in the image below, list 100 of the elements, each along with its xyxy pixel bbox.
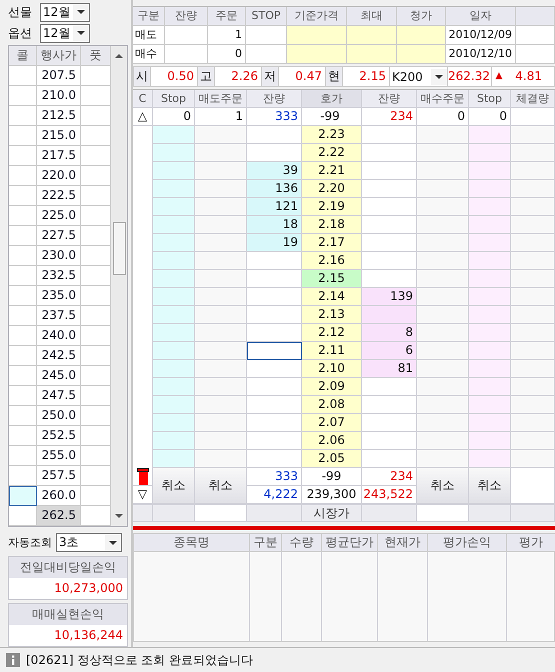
order-cell[interactable]: 121 <box>247 198 302 216</box>
strike-price: 230.0 <box>37 246 81 266</box>
price-cell[interactable]: 2.17 <box>302 234 362 252</box>
price-cell[interactable]: 2.06 <box>302 432 362 450</box>
arrow-button[interactable]: △ <box>133 108 153 126</box>
order-cell[interactable]: 136 <box>247 180 302 198</box>
strike-price: 252.5 <box>37 426 81 446</box>
order-cell[interactable]: 81 <box>362 360 417 378</box>
dropdown-button[interactable] <box>105 534 121 550</box>
table-cell <box>516 45 555 64</box>
column-header: 청가 <box>397 7 446 26</box>
table-cell: 333 <box>247 468 302 486</box>
strike-price: 220.0 <box>37 166 81 186</box>
table-cell: 243,522 <box>362 486 417 504</box>
order-cell[interactable]: 8 <box>362 324 417 342</box>
field-label: 자동조회 <box>8 535 52 550</box>
price-cell[interactable]: 2.21 <box>302 162 362 180</box>
price-cell[interactable]: 2.23 <box>302 126 362 144</box>
strike-price: 225.0 <box>37 206 81 226</box>
strike-price: 255.0 <box>37 446 81 466</box>
order-cell[interactable] <box>247 342 302 360</box>
strike-price: 240.0 <box>37 326 81 346</box>
price-cell[interactable]: 2.15 <box>302 270 362 288</box>
table-cell <box>347 45 397 64</box>
price-cell[interactable]: 2.10 <box>302 360 362 378</box>
arrow-button[interactable]: ▽ <box>133 486 153 504</box>
input-field[interactable] <box>195 504 247 522</box>
order-cell[interactable]: 19 <box>247 234 302 252</box>
input-field[interactable] <box>417 504 469 522</box>
column-header: 콜 <box>9 46 37 66</box>
market-price-button[interactable]: 시장가 <box>302 504 362 522</box>
table-cell <box>153 504 195 522</box>
price-cell[interactable]: 2.14 <box>302 288 362 306</box>
info-icon <box>6 653 20 667</box>
price-cell[interactable]: 2.09 <box>302 378 362 396</box>
column-header: 잔량 <box>362 90 417 108</box>
table-cell <box>516 26 555 45</box>
scrollbar-thumb[interactable] <box>112 222 126 275</box>
table-cell: 0 <box>469 108 511 126</box>
price-cell[interactable]: 2.13 <box>302 306 362 324</box>
dropdown-button[interactable] <box>431 68 447 84</box>
column-header: 잔량 <box>247 90 302 108</box>
order-cell[interactable]: 39 <box>247 162 302 180</box>
scrollbar[interactable] <box>111 46 127 526</box>
column-header: 구분 <box>133 7 165 26</box>
price-cell[interactable]: 2.08 <box>302 396 362 414</box>
pnl-value: 10,136,244 <box>9 625 127 646</box>
call-cell[interactable] <box>9 486 37 506</box>
column-header: STOP <box>246 7 287 26</box>
column-header: C <box>133 90 153 108</box>
strike-price: 227.5 <box>37 226 81 246</box>
panel-title: 매매실현손익 <box>9 604 127 625</box>
strike-price: 235.0 <box>37 286 81 306</box>
table-cell: -99 <box>302 468 362 486</box>
dropdown-button[interactable] <box>73 4 89 20</box>
price-cell[interactable]: 2.05 <box>302 450 362 468</box>
price-cell[interactable]: 2.11 <box>302 342 362 360</box>
column-header: 풋 <box>81 46 111 66</box>
table-cell: 4,222 <box>247 486 302 504</box>
order-cell[interactable]: 139 <box>362 288 417 306</box>
strike-price: 215.0 <box>37 126 81 146</box>
table-cell <box>511 468 555 504</box>
column-header: 잔량 <box>165 7 208 26</box>
price-cell[interactable]: 2.22 <box>302 144 362 162</box>
pnl-value: 10,273,000 <box>9 578 127 599</box>
panel-title: 전일대비당일손익 <box>9 557 127 578</box>
table-cell <box>165 26 208 45</box>
table-cell <box>247 504 302 522</box>
table-cell <box>469 504 511 522</box>
table-cell <box>287 45 347 64</box>
price-cell[interactable]: 2.20 <box>302 180 362 198</box>
dropdown[interactable]: 12월 <box>40 2 90 22</box>
index-value: 262.32 <box>448 67 492 86</box>
dropdown[interactable]: 3초 <box>56 533 122 552</box>
strike-price: 207.5 <box>37 66 81 86</box>
column-header: 일자 <box>446 7 516 26</box>
dropdown[interactable]: 12월 <box>40 24 90 42</box>
cancel-button[interactable]: 취소 <box>469 468 511 504</box>
price-cell[interactable]: 2.16 <box>302 252 362 270</box>
table-cell <box>287 26 347 45</box>
price-cell[interactable]: 2.07 <box>302 414 362 432</box>
price-cell[interactable]: 2.18 <box>302 216 362 234</box>
cancel-button[interactable]: 취소 <box>195 468 247 504</box>
column-header: 매수주문 <box>417 90 469 108</box>
scroll-up-icon[interactable] <box>115 54 123 58</box>
dropdown-button[interactable] <box>73 25 89 41</box>
price-cell[interactable]: 2.12 <box>302 324 362 342</box>
cancel-button[interactable]: 취소 <box>153 468 195 504</box>
order-cell[interactable]: 18 <box>247 216 302 234</box>
column-header: 종목명 <box>134 534 250 552</box>
table-cell: 239,300 <box>302 486 362 504</box>
scroll-down-icon[interactable] <box>115 514 123 518</box>
price-cell[interactable]: 2.19 <box>302 198 362 216</box>
strike-price: 212.5 <box>37 106 81 126</box>
order-cell[interactable]: 6 <box>362 342 417 360</box>
column-header: 매도주문 <box>195 90 247 108</box>
cancel-button[interactable]: 취소 <box>417 468 469 504</box>
field-label: 선물 <box>8 4 33 20</box>
dropdown[interactable]: K200 <box>390 67 448 86</box>
table-cell: 0 <box>208 45 246 64</box>
